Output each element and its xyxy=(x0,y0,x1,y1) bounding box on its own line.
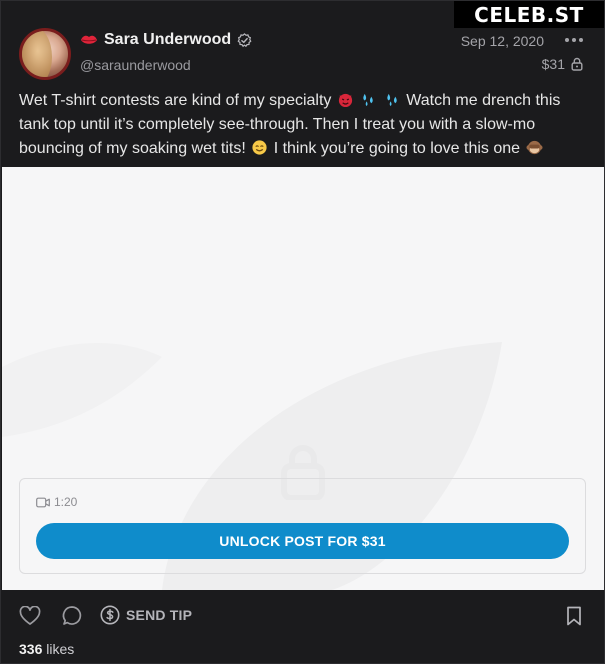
lock-icon xyxy=(571,57,583,71)
author-name-row[interactable]: Sara Underwood xyxy=(80,31,252,49)
post-card: CELEB.ST Sara Underwood @saraunderwood S… xyxy=(0,0,605,664)
bookmark-icon[interactable] xyxy=(566,606,582,626)
comment-icon[interactable] xyxy=(61,605,83,627)
post-actions-bar: SEND TIP xyxy=(19,603,586,631)
duration-label: 1:20 xyxy=(54,495,78,509)
heart-icon[interactable] xyxy=(19,605,41,626)
more-options-icon[interactable] xyxy=(564,31,584,47)
send-tip-label: SEND TIP xyxy=(126,607,193,623)
video-duration: 1:20 xyxy=(36,495,77,509)
author-display-name[interactable]: Sara Underwood xyxy=(104,31,231,49)
avatar[interactable] xyxy=(19,28,71,80)
unlock-panel: 1:20 UNLOCK POST FOR $31 xyxy=(19,478,586,574)
dollar-coin-icon xyxy=(100,605,120,625)
send-tip-button[interactable]: SEND TIP xyxy=(100,605,192,625)
caption-text-1: Wet T-shirt contests are kind of my spec… xyxy=(19,92,332,109)
post-caption: Wet T-shirt contests are kind of my spec… xyxy=(19,89,589,161)
likes-count[interactable]: 336 likes xyxy=(19,641,74,657)
author-handle[interactable]: @saraunderwood xyxy=(80,57,191,73)
sweat-droplets-emoji-icon xyxy=(384,91,401,108)
see-no-evil-monkey-emoji-icon xyxy=(525,139,543,156)
likes-label: likes xyxy=(46,641,75,657)
lips-icon xyxy=(80,33,98,47)
devil-emoji-icon xyxy=(337,91,354,108)
video-camera-icon xyxy=(36,497,50,508)
watermark: CELEB.ST xyxy=(454,1,604,28)
smiling-emoji-icon xyxy=(251,139,268,156)
sweat-droplets-emoji-icon xyxy=(360,91,377,108)
likes-number: 336 xyxy=(19,641,43,657)
unlock-post-button[interactable]: UNLOCK POST FOR $31 xyxy=(36,523,569,559)
post-date: Sep 12, 2020 xyxy=(460,33,544,49)
caption-text-3: I think you’re going to love this one xyxy=(273,140,521,157)
post-price: $31 xyxy=(542,56,583,72)
verified-icon xyxy=(237,32,252,48)
post-header: Sara Underwood @saraunderwood Sep 12, 20… xyxy=(19,27,586,83)
price-label: $31 xyxy=(541,56,565,72)
